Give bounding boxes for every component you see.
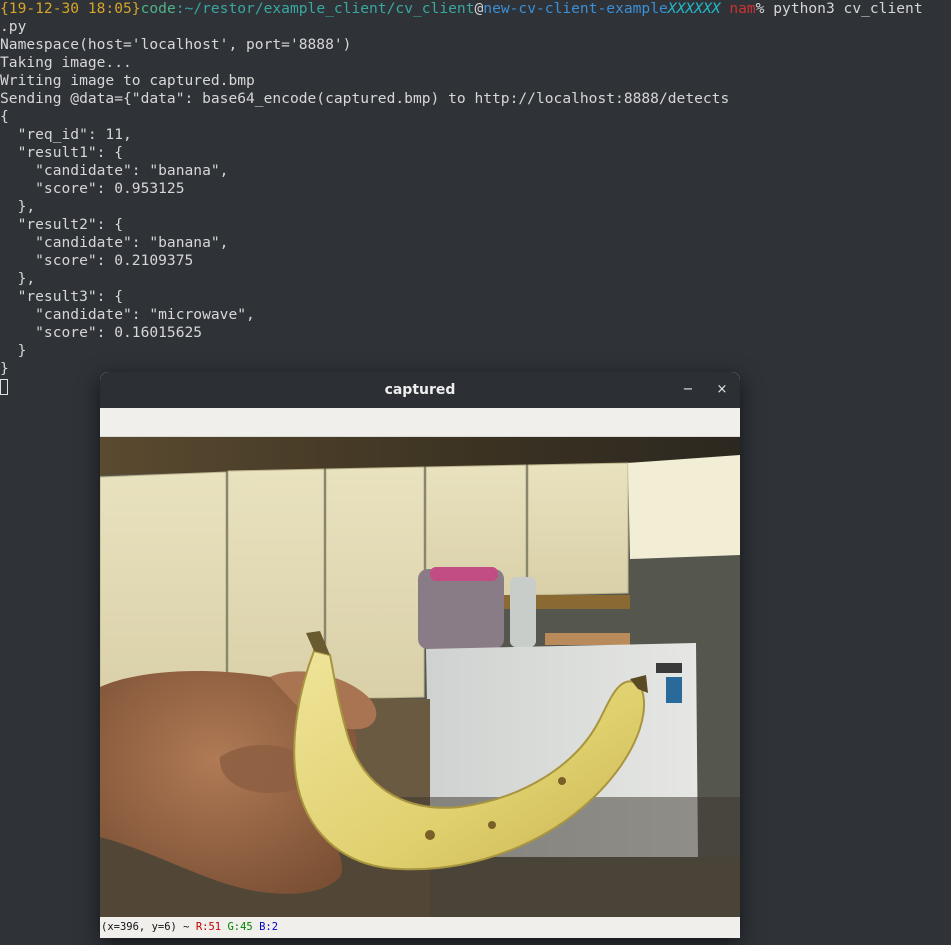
prompt-symbol: % (755, 0, 774, 17)
output-line: "score": 0.953125 (0, 180, 185, 197)
output-line: "result1": { (0, 144, 124, 161)
output-line: "candidate": "banana", (0, 234, 229, 251)
prompt-command: python3 cv_client (773, 0, 923, 17)
output-line: }, (0, 198, 36, 215)
prompt-timestamp: {19-12-30 18:05} (0, 0, 141, 17)
prompt-path: :~/restor/example_client/cv_client (175, 0, 475, 17)
prompt-redacted: XXXXXX (667, 0, 721, 17)
banana-spot (558, 777, 566, 785)
output-line: }, (0, 270, 36, 287)
output-line: "score": 0.2109375 (0, 252, 194, 269)
cabinet-5 (527, 462, 629, 596)
output-line: "result2": { (0, 216, 124, 233)
prompt-at: @ (474, 0, 484, 17)
counter-item (545, 633, 630, 645)
output-line: } (0, 342, 27, 359)
status-coords: (x=396, y=6) ~ (101, 921, 196, 933)
output-line: Taking image... (0, 54, 132, 71)
prompt-line: {19-12-30 18:05}code:~/restor/example_cl… (0, 0, 951, 18)
window-toolbar (100, 408, 740, 437)
status-green: G:45 (227, 921, 253, 933)
status-blue: B:2 (259, 921, 279, 933)
microwave-badge (656, 663, 682, 673)
pitcher-lid (430, 567, 498, 581)
output-line: "candidate": "microwave", (0, 306, 255, 323)
output-line: Namespace(host='localhost', port='8888') (0, 36, 352, 53)
output-line: { (0, 108, 9, 125)
close-button[interactable]: × (712, 380, 732, 400)
captured-image[interactable] (100, 437, 740, 917)
captured-image-window[interactable]: captured − × (x=396, y=6) ~ R:51 G:45 B:… (100, 372, 740, 938)
cabinet-3 (325, 466, 425, 700)
output-line: Sending @data={"data": base64_encode(cap… (0, 90, 730, 107)
close-icon: × (716, 382, 728, 397)
output-line: Writing image to captured.bmp (0, 72, 255, 89)
output-line: "req_id": 11, (0, 126, 132, 143)
photo-svg (100, 437, 740, 917)
output-line: .py (0, 18, 27, 35)
counter-front (430, 857, 740, 917)
banana-spot (488, 821, 496, 829)
minimize-icon: − (682, 382, 694, 397)
minimize-button[interactable]: − (678, 380, 698, 400)
output-line: "result3": { (0, 288, 124, 305)
pixel-status-bar: (x=396, y=6) ~ R:51 G:45 B:2 (100, 917, 740, 938)
microwave-label (666, 677, 682, 703)
window-title: captured (384, 382, 456, 398)
bottle (510, 577, 536, 647)
prompt-user: code (140, 0, 176, 17)
right-light (628, 455, 740, 559)
prompt-redacted-2: nam (729, 0, 756, 17)
banana-spot (425, 830, 435, 840)
status-red: R:51 (195, 921, 222, 933)
window-titlebar[interactable]: captured − × (100, 372, 740, 408)
output-line: "score": 0.16015625 (0, 324, 203, 341)
terminal-cursor[interactable] (0, 379, 8, 395)
output-line: "candidate": "banana", (0, 162, 229, 179)
prompt-host: new-cv-client-example (483, 0, 668, 17)
